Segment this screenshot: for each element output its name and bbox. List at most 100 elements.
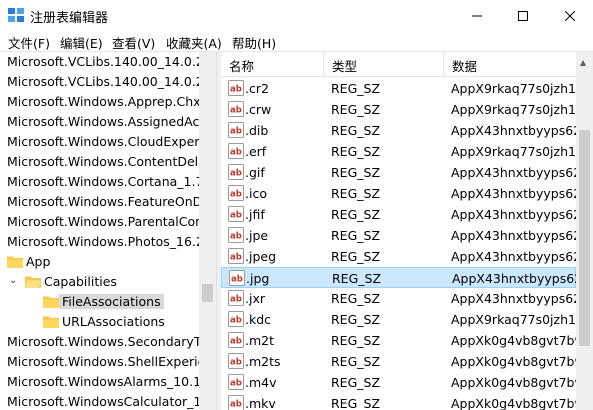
value-type: REG_SZ (331, 291, 381, 306)
tree-node[interactable]: Microsoft.Windows.Photos_16.20 (0, 232, 199, 252)
string-value-icon: ab (228, 101, 244, 117)
value-type: REG_SZ (331, 375, 381, 390)
list-scrollbar[interactable]: ▲ (576, 52, 593, 410)
value-row[interactable]: ab .jpe REG_SZ AppX43hnxtbyyps62j (221, 225, 576, 246)
tree-expander-icon[interactable]: ⌄ (9, 275, 19, 287)
value-name: .jfif (245, 207, 265, 222)
value-type: REG_SZ (331, 312, 381, 327)
value-type: REG_SZ (331, 354, 381, 369)
tree-node-label: Microsoft.WindowsCalculator_10. (7, 394, 199, 409)
tree-node-label: URLAssociations (62, 314, 165, 329)
tree-node[interactable]: Microsoft.Windows.Cortana_1.7.0 (0, 172, 199, 192)
value-row[interactable]: ab .erf REG_SZ AppX9rkaq77s0jzh1ty (221, 141, 576, 162)
value-type: REG_SZ (331, 207, 381, 222)
tree-scroll-thumb[interactable] (202, 284, 213, 302)
tree-node[interactable]: Microsoft.VCLibs.140.00_14.0.229 (0, 72, 199, 92)
tree-node-label: Microsoft.VCLibs.140.00_14.0.229 (7, 54, 199, 69)
value-type: REG_SZ (331, 228, 381, 243)
tree-node-label: FileAssociations (59, 294, 164, 309)
tree-node-label: Capabilities (44, 274, 117, 289)
tree-node[interactable]: ⌄ Capabilities (0, 272, 199, 292)
column-header-type[interactable]: 类型 (324, 52, 444, 76)
tree-node-label: Microsoft.WindowsAlarms_10.151 (7, 374, 199, 389)
value-row[interactable]: ab .m2t REG_SZ AppXk0g4vb8gvt7b9 (221, 330, 576, 351)
tree-node[interactable]: Microsoft.VCLibs.140.00_14.0.229 (0, 52, 199, 72)
value-data: AppX9rkaq77s0jzh1ty (451, 81, 576, 96)
key-tree[interactable]: Microsoft.VCLibs.140.00_14.0.229 Microsof… (0, 52, 199, 410)
value-row[interactable]: ab .crw REG_SZ AppX9rkaq77s0jzh1ty (221, 99, 576, 120)
value-name: .kdc (245, 312, 272, 327)
menu-favorites[interactable]: 收藏夹(A) (166, 33, 222, 52)
value-name: .erf (245, 144, 267, 159)
close-icon (565, 10, 575, 21)
value-name: .ico (245, 186, 267, 201)
close-button[interactable] (547, 0, 593, 31)
scroll-up-arrow-icon[interactable]: ▲ (580, 58, 586, 67)
tree-node-label: Microsoft.Windows.CloudExperie (7, 134, 199, 149)
tree-node[interactable]: URLAssociations (0, 312, 199, 332)
value-data: AppX43hnxtbyyps62j (451, 249, 576, 264)
tree-node[interactable]: Microsoft.Windows.ParentalContr (0, 212, 199, 232)
maximize-button[interactable] (500, 0, 546, 31)
folder-icon (7, 255, 23, 268)
svg-text:ab: ab (230, 190, 242, 200)
value-type: REG_SZ (331, 144, 381, 159)
svg-text:ab: ab (230, 106, 242, 116)
value-row[interactable]: ab .cr2 REG_SZ AppX9rkaq77s0jzh1ty (221, 78, 576, 99)
value-data: AppX43hnxtbyyps62j (451, 186, 576, 201)
tree-node[interactable]: Microsoft.WindowsCalculator_10. (0, 392, 199, 410)
tree-scrollbar[interactable] (199, 52, 216, 410)
value-data: AppXk0g4vb8gvt7b9 (451, 354, 576, 369)
string-value-icon: ab (228, 374, 244, 390)
list-scroll-thumb[interactable] (579, 130, 590, 346)
value-row[interactable]: ab .kdc REG_SZ AppX9rkaq77s0jzh1ty (221, 309, 576, 330)
tree-node[interactable]: App (0, 252, 199, 272)
value-type: REG_SZ (331, 249, 381, 264)
tree-node-label: Microsoft.VCLibs.140.00_14.0.229 (7, 74, 199, 89)
value-data: AppXk0g4vb8gvt7b9 (451, 333, 576, 348)
tree-node[interactable]: Microsoft.Windows.CloudExperie (0, 132, 199, 152)
column-header-name[interactable]: 名称 (221, 52, 324, 76)
svg-text:ab: ab (230, 253, 242, 263)
svg-text:ab: ab (230, 358, 242, 368)
menu-edit[interactable]: 编辑(E) (60, 33, 103, 52)
value-row[interactable]: ab .ico REG_SZ AppX43hnxtbyyps62j (221, 183, 576, 204)
value-row[interactable]: ab .jpeg REG_SZ AppX43hnxtbyyps62j (221, 246, 576, 267)
tree-node-label: Microsoft.Windows.AssignedAcce (7, 114, 199, 129)
tree-node[interactable]: Microsoft.Windows.Apprep.ChxA (0, 92, 199, 112)
value-row[interactable]: ab .jfif REG_SZ AppX43hnxtbyyps62j (221, 204, 576, 225)
svg-text:ab: ab (230, 85, 242, 95)
value-name: .jpeg (245, 249, 277, 264)
menu-view[interactable]: 查看(V) (112, 33, 155, 52)
value-name: .jpg (246, 271, 270, 286)
tree-node[interactable]: Microsoft.Windows.ShellExperien (0, 352, 199, 372)
tree-node[interactable]: Microsoft.Windows.SecondaryTil (0, 332, 199, 352)
value-row[interactable]: ab .jxr REG_SZ AppX43hnxtbyyps62j (221, 288, 576, 309)
column-name-label: 名称 (229, 59, 255, 74)
column-header-data[interactable]: 数据 (444, 52, 576, 76)
menu-help[interactable]: 帮助(H) (232, 33, 276, 52)
value-row[interactable]: ab .gif REG_SZ AppX43hnxtbyyps62j (221, 162, 576, 183)
tree-node-label: Microsoft.Windows.ContentDelive (7, 154, 199, 169)
menu-file[interactable]: 文件(F) (8, 33, 50, 52)
tree-node[interactable]: Microsoft.Windows.ContentDelive (0, 152, 199, 172)
tree-node[interactable]: Microsoft.WindowsAlarms_10.151 (0, 372, 199, 392)
tree-node[interactable]: Microsoft.Windows.FeatureOnDe (0, 192, 199, 212)
minimize-icon (472, 15, 482, 16)
tree-node-label: Microsoft.Windows.FeatureOnDe (7, 194, 199, 209)
tree-node[interactable]: Microsoft.Windows.AssignedAcce (0, 112, 199, 132)
values-list[interactable]: 名称 类型 数据 ab .cr2 REG_SZ AppX9rkaq77s0jzh1ty… (221, 52, 576, 410)
minimize-button[interactable] (454, 0, 500, 31)
tree-node-label: Microsoft.Windows.Photos_16.20 (7, 234, 199, 249)
value-name: .m4v (245, 375, 277, 390)
string-value-icon: ab (229, 270, 245, 286)
value-row[interactable]: ab .dib REG_SZ AppX43hnxtbyyps62j (221, 120, 576, 141)
value-data: AppX43hnxtbyyps62j (451, 228, 576, 243)
value-row[interactable]: ab .mkv REG_SZ AppXk0g4vb8gvt7b9 (221, 393, 576, 410)
value-row[interactable]: ab .m4v REG_SZ AppXk0g4vb8gvt7b9 (221, 372, 576, 393)
value-row[interactable]: ab .m2ts REG_SZ AppXk0g4vb8gvt7b9 (221, 351, 576, 372)
tree-node[interactable]: FileAssociations (0, 292, 199, 312)
window-title: 注册表编辑器 (30, 11, 109, 26)
value-row[interactable]: ab .jpg REG_SZ AppX43hnxtbyyps62j (221, 267, 576, 288)
value-type: REG_SZ (332, 271, 382, 286)
